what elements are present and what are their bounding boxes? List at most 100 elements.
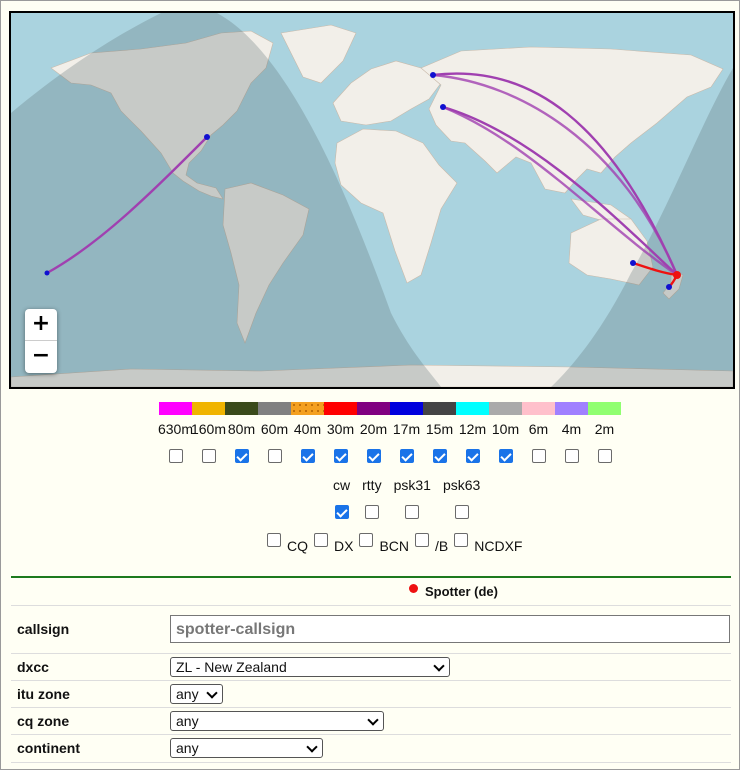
band-checkbox[interactable] [465,449,480,463]
flag-checkbox[interactable] [415,533,430,547]
band-color-swatch [192,402,225,415]
band-checkbox[interactable] [432,449,447,463]
band-checkbox[interactable] [168,449,183,463]
band-label: 160m [190,421,227,437]
band-17m: 17m [390,402,423,463]
band-20m: 20m [357,402,390,463]
continent-row: continent any [11,735,731,763]
band-label: 10m [491,421,520,437]
flag-bcn: BCN [359,533,409,554]
cq-zone-select[interactable]: any [170,711,384,731]
flag-cq: CQ [267,533,308,554]
flag-checkbox[interactable] [314,533,328,547]
band-color-swatch [423,402,456,415]
mode-label: rtty [362,477,382,493]
mode-checkbox[interactable] [405,505,420,519]
itu-zone-select[interactable]: any [170,684,223,704]
band-label: 17m [392,421,421,437]
band-checkbox[interactable] [531,449,546,463]
band-630m: 630m [157,402,194,463]
cq-zone-label: cq zone [17,713,70,729]
chevron-down-icon [206,687,218,699]
band-6m: 6m [522,402,555,463]
spot-type-filter: CQ DX BCN/B NCDXF [267,533,522,554]
band-checkbox[interactable] [597,449,612,463]
chevron-down-icon [306,741,318,753]
flag-checkbox[interactable] [454,533,469,547]
mode-psk31: psk31 [391,477,434,519]
flag-label: CQ [287,538,308,554]
band-color-swatch [390,402,423,415]
spotter-heading-row: Spotter (de) [11,578,731,606]
mode-checkbox[interactable] [334,505,349,519]
band-label: 80m [227,421,256,437]
flag-dx: DX [314,533,353,554]
band-160m: 160m [190,402,227,463]
flag-slash-b: /B [415,533,448,554]
mode-label: psk63 [442,477,481,493]
callsign-label: callsign [17,621,70,637]
flag-label: NCDXF [474,538,523,554]
flag-checkbox[interactable] [359,533,374,547]
zoom-out-button[interactable]: − [25,340,57,372]
band-80m: 80m [225,402,258,463]
mode-checkbox[interactable] [454,505,469,519]
band-label: 15m [425,421,454,437]
band-color-swatch [291,402,324,415]
band-checkbox[interactable] [333,449,348,463]
zoom-in-button[interactable]: + [25,309,57,340]
mode-cw: cw [330,477,353,519]
dxcc-label: dxcc [17,659,49,675]
mode-checkbox[interactable] [364,505,379,519]
mode-label: psk31 [393,477,431,493]
zoom-control: + − [25,309,57,373]
band-color-swatch [324,402,357,415]
mode-rtty: rtty [359,477,384,519]
band-color-swatch [159,402,192,415]
dxcc-select[interactable]: ZL - New Zealand [170,657,450,677]
mode-filter: cw rtty psk31 psk63 [330,477,483,519]
chevron-down-icon [433,660,445,672]
band-checkbox[interactable] [564,449,579,463]
band-checkbox[interactable] [300,449,315,463]
band-color-swatch [456,402,489,415]
band-label: 630m [157,421,194,437]
continent-value: any [176,740,199,756]
flag-checkbox[interactable] [267,533,281,547]
continent-label: continent [17,740,80,756]
band-color-swatch [489,402,522,415]
band-12m: 12m [456,402,489,463]
band-checkbox[interactable] [234,449,249,463]
flag-ncdxf: NCDXF [454,533,522,554]
band-checkbox[interactable] [201,449,216,463]
band-40m: 40m [291,402,324,463]
itu-zone-row: itu zone any [11,681,731,708]
band-color-swatch [555,402,588,415]
continent-select[interactable]: any [170,738,323,758]
itu-zone-value: any [176,686,199,702]
band-filter: 630m 160m 80m 60m 40m 30m 20m 17m 15m 12m 10m 6m 4m 2… [157,402,621,463]
band-color-swatch [357,402,390,415]
chevron-down-icon [367,714,379,726]
world-map[interactable]: + − [9,11,735,389]
band-checkbox[interactable] [366,449,381,463]
band-60m: 60m [258,402,291,463]
spot-map-page: + − 630m 160m 80m 60m 40m 30m 20m 17m 15m 12m 10m 6… [0,0,740,770]
band-label: 60m [260,421,289,437]
spotter-dot-icon [409,584,418,593]
band-label: 12m [458,421,487,437]
band-color-swatch [258,402,291,415]
band-checkbox[interactable] [267,449,282,463]
band-color-swatch [225,402,258,415]
itu-zone-label: itu zone [17,686,70,702]
callsign-input[interactable]: spotter-callsign [170,615,730,643]
band-label: 4m [561,421,582,437]
flag-label: DX [334,538,354,554]
band-2m: 2m [588,402,621,463]
band-30m: 30m [324,402,357,463]
dxcc-row: dxcc ZL - New Zealand [11,654,731,681]
band-checkbox[interactable] [399,449,414,463]
dxcc-value: ZL - New Zealand [176,659,287,675]
cq-zone-value: any [176,713,199,729]
band-checkbox[interactable] [498,449,513,463]
